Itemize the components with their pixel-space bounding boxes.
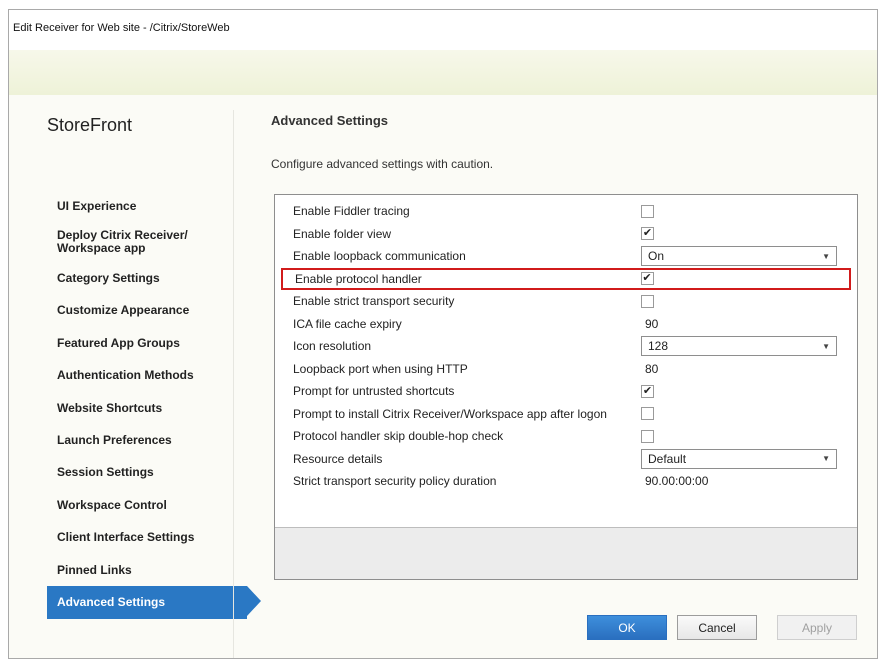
setting-name: Icon resolution <box>293 339 372 354</box>
dropdown-value: Default <box>648 451 687 466</box>
setting-text-value[interactable]: 80 <box>641 362 658 376</box>
setting-value-cell <box>641 429 851 443</box>
setting-row-enable-strict-transport-security: Enable strict transport security <box>281 290 851 313</box>
setting-value-cell: On ▼ <box>641 246 851 267</box>
header-banner <box>9 50 877 95</box>
setting-text-value[interactable]: 90.00:00:00 <box>641 474 708 488</box>
sidebar-item-customize-appearance[interactable]: Customize Appearance <box>47 295 247 327</box>
setting-name: Prompt for untrusted shortcuts <box>293 384 455 399</box>
setting-value-cell <box>641 204 851 218</box>
setting-value-cell: Default ▼ <box>641 448 851 469</box>
chevron-down-icon: ▼ <box>822 454 830 464</box>
chevron-down-icon: ▼ <box>822 251 830 261</box>
sidebar-nav: UI Experience Deploy Citrix Receiver/ Wo… <box>47 190 261 619</box>
sidebar-item-category-settings[interactable]: Category Settings <box>47 262 247 294</box>
window-title: Edit Receiver for Web site - /Citrix/Sto… <box>9 10 877 50</box>
setting-value-cell <box>641 294 851 308</box>
grid-footer <box>275 527 857 579</box>
setting-row-prompt-for-untrusted-shortcuts: Prompt for untrusted shortcuts ✔ <box>281 380 851 403</box>
setting-value-cell: ✔ <box>641 384 851 398</box>
setting-value-cell: ✔ <box>641 227 851 241</box>
setting-row-enable-protocol-handler: Enable protocol handler ✔ <box>281 267 851 290</box>
setting-name: Enable folder view <box>293 226 392 241</box>
setting-row-ica-file-cache-expiry: ICA file cache expiry 90 <box>281 313 851 336</box>
setting-row-enable-folder-view: Enable folder view ✔ <box>281 223 851 246</box>
setting-name: Enable protocol handler <box>295 271 422 286</box>
sidebar-item-authentication-methods[interactable]: Authentication Methods <box>47 360 247 392</box>
setting-dropdown[interactable]: On ▼ <box>641 246 837 267</box>
setting-name: Enable Fiddler tracing <box>293 204 410 219</box>
setting-name: Strict transport security policy duratio… <box>293 474 497 489</box>
chevron-down-icon: ▼ <box>822 341 830 351</box>
setting-value-cell: 128 ▼ <box>641 336 851 357</box>
setting-value-cell: 90.00:00:00 <box>641 474 851 488</box>
setting-value-cell: 80 <box>641 362 851 376</box>
setting-value-cell: ✔ <box>640 272 850 286</box>
setting-dropdown[interactable]: Default ▼ <box>641 448 837 469</box>
setting-name: Prompt to install Citrix Receiver/Worksp… <box>293 406 607 421</box>
sidebar-item-featured-app-groups[interactable]: Featured App Groups <box>47 327 247 359</box>
page-title: Advanced Settings <box>271 113 389 128</box>
main-content: Advanced Settings Configure advanced set… <box>271 95 877 658</box>
setting-row-enable-loopback-communication: Enable loopback communication On ▼ <box>281 245 851 268</box>
edit-dialog-window: Edit Receiver for Web site - /Citrix/Sto… <box>8 9 878 659</box>
sidebar-item-client-interface-settings[interactable]: Client Interface Settings <box>47 522 247 554</box>
setting-row-protocol-handler-skip-double-hop-check: Protocol handler skip double-hop check <box>281 425 851 448</box>
setting-text-value[interactable]: 90 <box>641 317 658 331</box>
sidebar-item-pinned-links[interactable]: Pinned Links <box>47 554 247 586</box>
setting-name: Resource details <box>293 451 383 466</box>
sidebar-item-launch-preferences[interactable]: Launch Preferences <box>47 424 247 456</box>
sidebar-item-deploy-citrix-receiver[interactable]: Deploy Citrix Receiver/ Workspace app <box>47 222 247 262</box>
setting-name: Enable loopback communication <box>293 249 466 264</box>
cancel-button[interactable]: Cancel <box>677 615 757 640</box>
setting-checkbox[interactable]: ✔ <box>640 272 654 286</box>
setting-name: ICA file cache expiry <box>293 316 402 331</box>
product-title: StoreFront <box>47 115 133 135</box>
setting-checkbox[interactable] <box>641 407 654 421</box>
apply-button[interactable]: Apply <box>777 615 857 640</box>
sidebar-divider <box>233 110 234 658</box>
setting-value-cell: 90 <box>641 317 851 331</box>
sidebar-item-workspace-control[interactable]: Workspace Control <box>47 489 247 521</box>
dropdown-value: 128 <box>648 339 669 354</box>
setting-name: Protocol handler skip double-hop check <box>293 429 504 444</box>
ok-button[interactable]: OK <box>587 615 667 640</box>
setting-row-prompt-to-install-citrix-receiver-workspace-app-after-logon: Prompt to install Citrix Receiver/Worksp… <box>281 403 851 426</box>
sidebar-item-advanced-settings[interactable]: Advanced Settings <box>47 586 261 619</box>
dropdown-value: On <box>648 249 665 264</box>
sidebar-item-session-settings[interactable]: Session Settings <box>47 457 247 489</box>
setting-dropdown[interactable]: 128 ▼ <box>641 336 837 357</box>
setting-row-strict-transport-security-policy-duration: Strict transport security policy duratio… <box>281 470 851 493</box>
setting-row-loopback-port-when-using-http: Loopback port when using HTTP 80 <box>281 358 851 381</box>
setting-checkbox[interactable] <box>641 204 654 218</box>
page-description: Configure advanced settings with caution… <box>271 157 494 171</box>
sidebar-item-website-shortcuts[interactable]: Website Shortcuts <box>47 392 247 424</box>
setting-name: Loopback port when using HTTP <box>293 361 468 376</box>
setting-checkbox[interactable] <box>641 294 654 308</box>
setting-checkbox[interactable]: ✔ <box>641 227 654 241</box>
setting-name: Enable strict transport security <box>293 294 455 309</box>
setting-checkbox[interactable]: ✔ <box>641 384 654 398</box>
setting-row-enable-fiddler-tracing: Enable Fiddler tracing <box>281 200 851 223</box>
sidebar-item-ui-experience[interactable]: UI Experience <box>47 190 247 222</box>
settings-grid: Enable Fiddler tracing Enable folder view… <box>274 194 858 580</box>
setting-row-icon-resolution: Icon resolution 128 ▼ <box>281 335 851 358</box>
setting-checkbox[interactable] <box>641 429 654 443</box>
setting-row-resource-details: Resource details Default ▼ <box>281 448 851 471</box>
setting-value-cell <box>641 407 851 421</box>
sidebar: StoreFront UI Experience Deploy Citrix R… <box>9 95 261 658</box>
